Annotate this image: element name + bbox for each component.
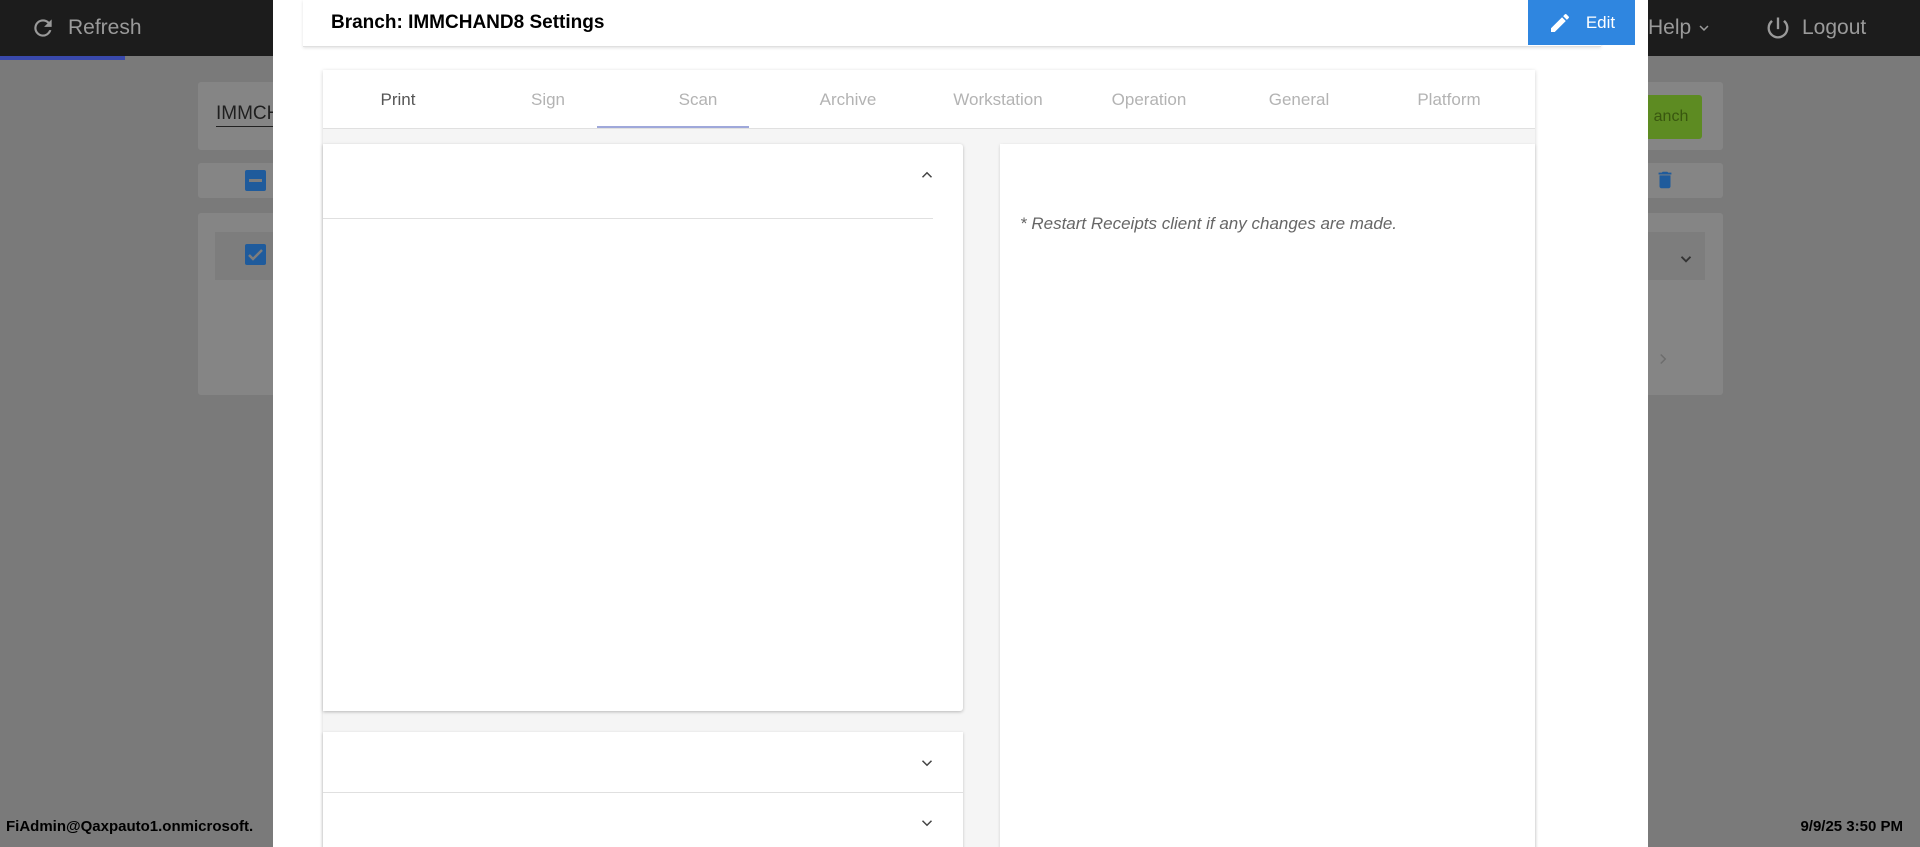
settings-tabs: Print Sign Scan Archive Workstation Oper… (323, 70, 1535, 129)
loading-progress-bar (0, 56, 125, 60)
settings-section-collapsed-list (323, 732, 963, 847)
check-icon (248, 248, 263, 261)
pencil-icon (1550, 13, 1569, 32)
expand-chevron-down-icon[interactable] (918, 814, 936, 832)
chevron-down-icon (1699, 25, 1709, 31)
tab-sign[interactable]: Sign (473, 70, 623, 129)
modal-title: Branch: IMMCHAND8 Settings (331, 12, 605, 33)
row-expand-chevron-icon[interactable] (1677, 250, 1695, 268)
tab-scan[interactable]: Scan (623, 70, 773, 129)
row-checkbox[interactable] (245, 244, 266, 265)
tab-operation[interactable]: Operation (1074, 70, 1224, 129)
select-all-checkbox[interactable] (245, 170, 266, 191)
tab-archive[interactable]: Archive (773, 70, 923, 129)
status-user: FiAdmin@Qaxpauto1.onmicrosoft. (6, 818, 254, 835)
restart-note: * Restart Receipts client if any changes… (1020, 214, 1398, 233)
branch-settings-modal: Branch: IMMCHAND8 Settings Edit Print Si… (273, 0, 1648, 847)
tab-platform[interactable]: Platform (1374, 70, 1524, 129)
settings-section-expanded (323, 144, 963, 711)
info-panel: * Restart Receipts client if any changes… (1000, 144, 1535, 847)
section-divider (323, 792, 963, 793)
collapse-chevron-up-icon[interactable] (918, 166, 936, 184)
power-icon (1767, 17, 1789, 39)
help-label: Help (1648, 16, 1692, 39)
edit-label: Edit (1585, 12, 1616, 32)
minus-icon (249, 179, 262, 182)
modal-header: Branch: IMMCHAND8 Settings Edit (303, 0, 1635, 47)
branch-search-input[interactable]: IMMCH (216, 103, 280, 125)
tab-print[interactable]: Print (323, 70, 473, 129)
section-divider (323, 218, 933, 219)
refresh-button[interactable]: Refresh (30, 0, 142, 56)
help-menu[interactable]: Help (1648, 0, 1713, 56)
status-datetime: 9/9/25 3:50 PM (1800, 818, 1903, 835)
trash-icon (1658, 171, 1672, 189)
logout-label: Logout (1802, 16, 1867, 39)
settings-panel: Print Sign Scan Archive Workstation Oper… (323, 70, 1535, 847)
refresh-label: Refresh (68, 16, 142, 39)
tab-workstation[interactable]: Workstation (923, 70, 1073, 129)
next-page-icon[interactable] (1654, 350, 1672, 368)
delete-button[interactable] (1654, 168, 1676, 197)
search-input-underline (216, 126, 276, 127)
active-tab-indicator (597, 126, 749, 128)
edit-button[interactable]: Edit (1528, 0, 1635, 45)
tab-general[interactable]: General (1224, 70, 1374, 129)
expand-chevron-down-icon[interactable] (918, 754, 936, 772)
logout-button[interactable]: Logout (1764, 0, 1866, 56)
refresh-icon (34, 19, 52, 37)
